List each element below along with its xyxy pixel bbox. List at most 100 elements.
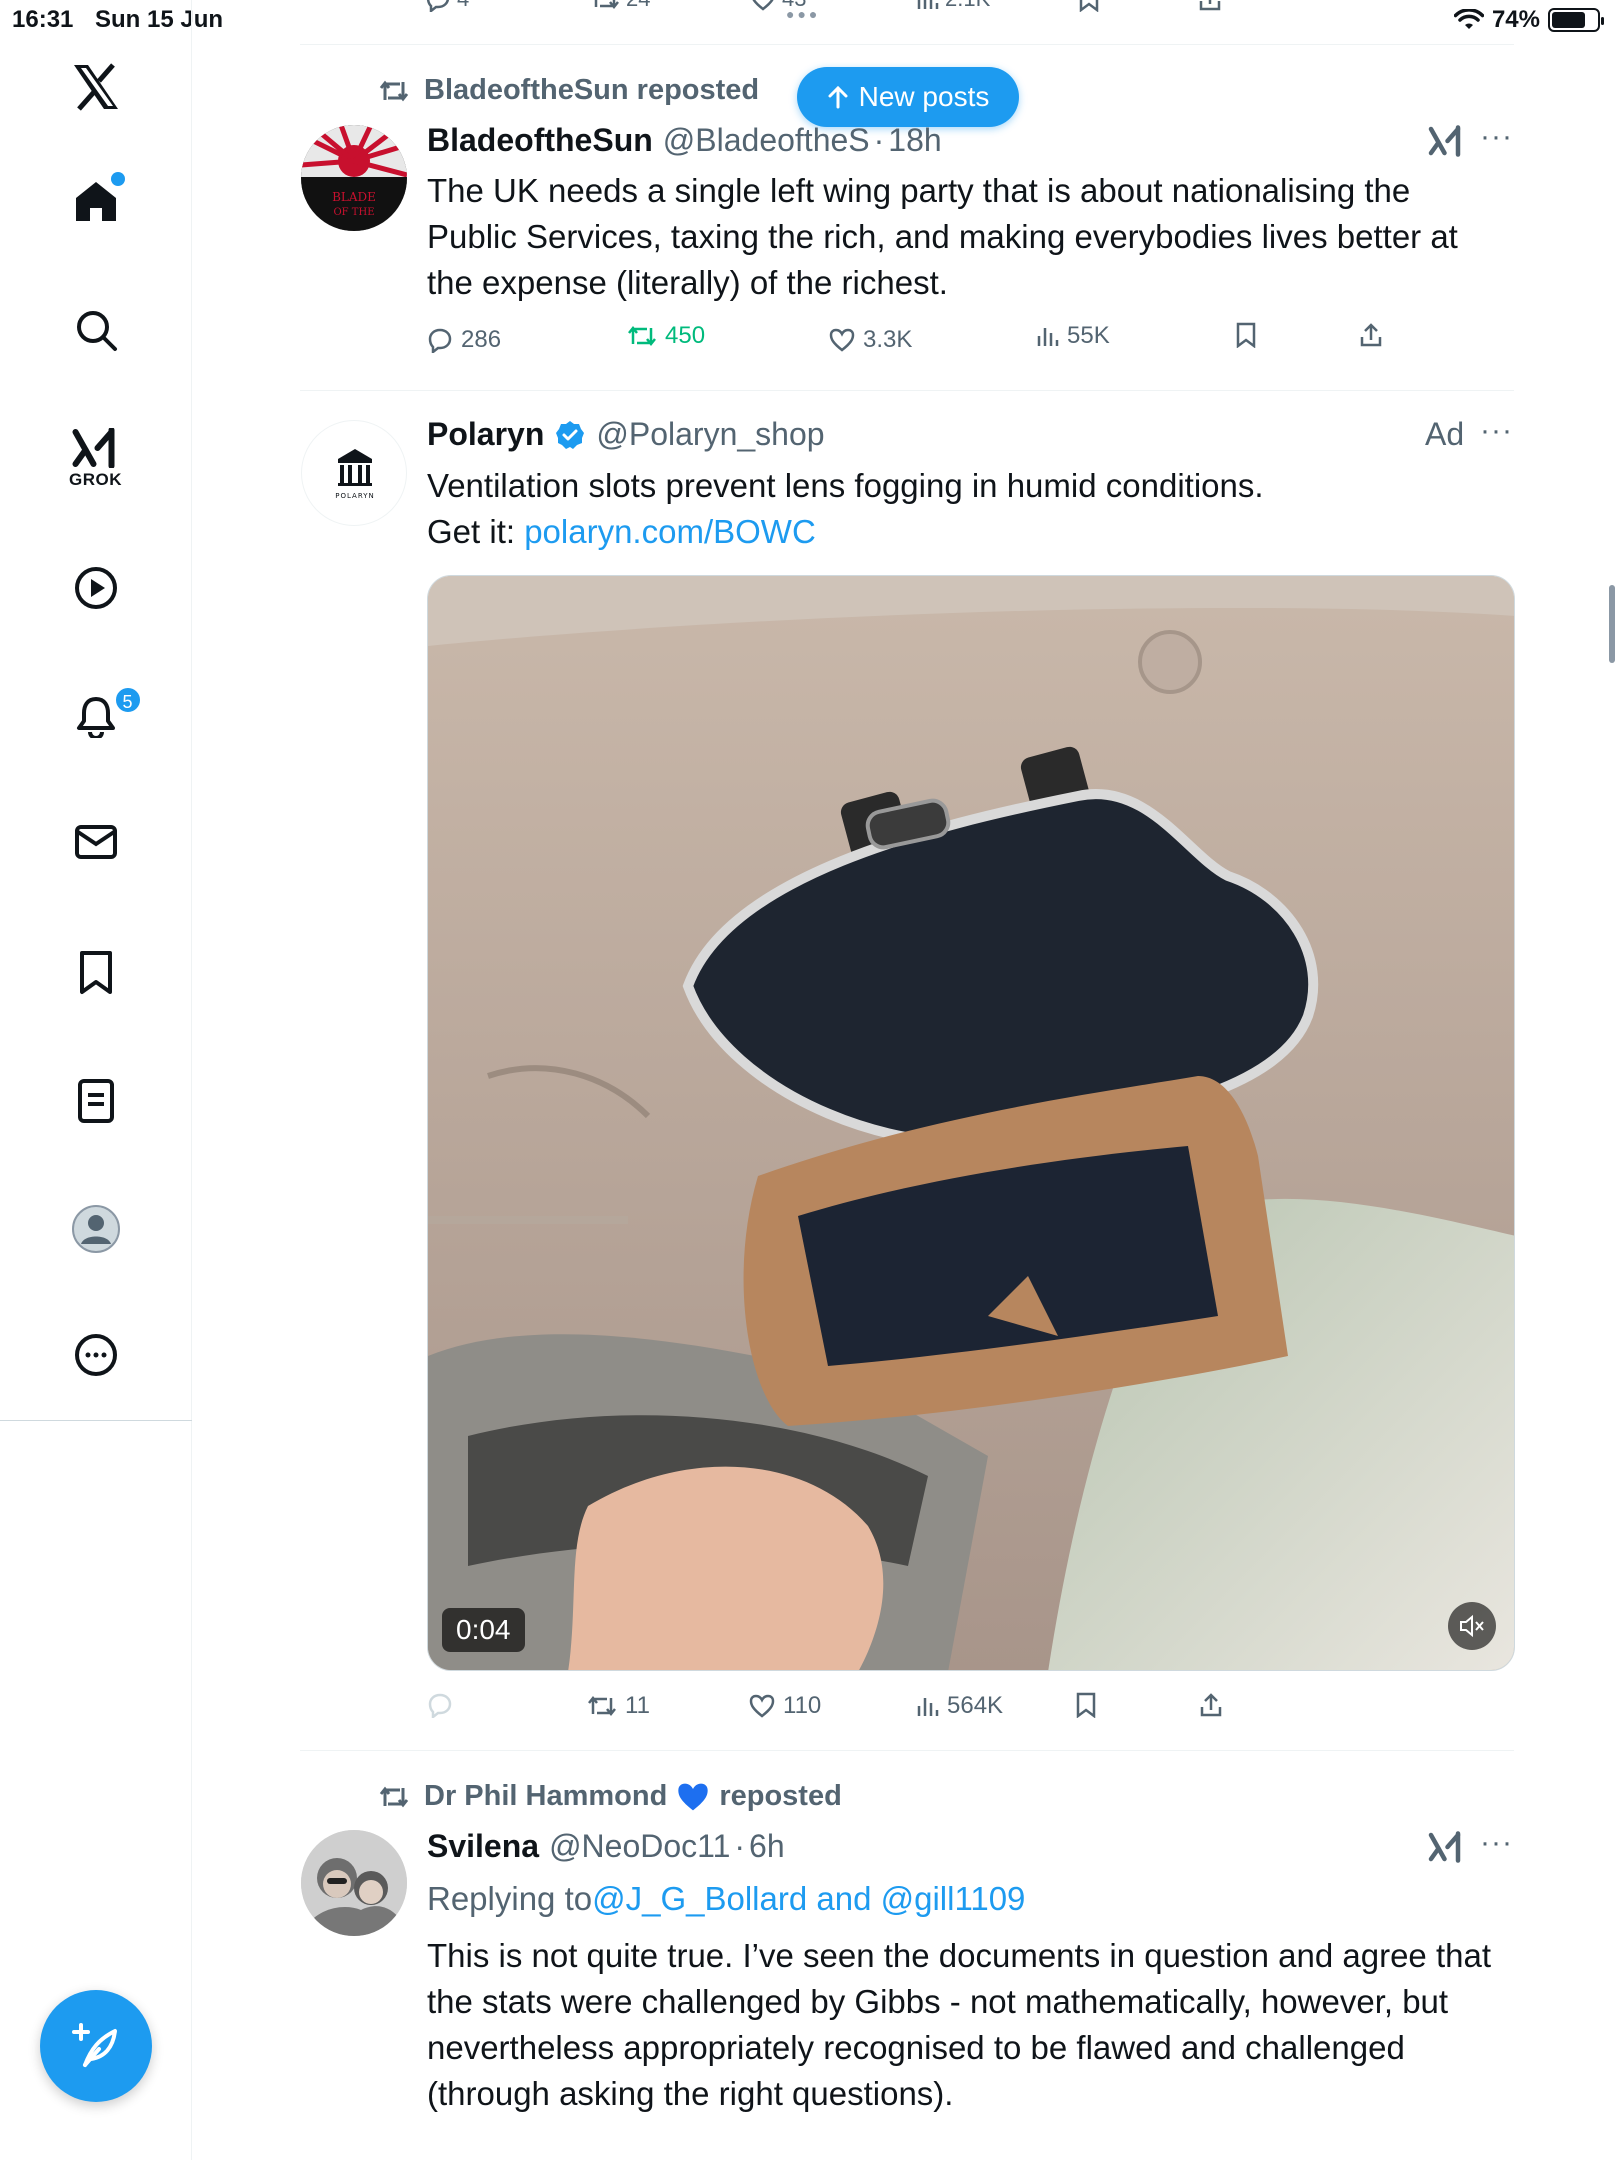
- bell-icon: [76, 697, 115, 738]
- repost-count: 450: [665, 322, 706, 349]
- tweet-text: This is not quite true. I’ve seen the do…: [427, 1937, 1491, 2112]
- tweet-text-line2: Get it: polaryn.com/BOWC: [427, 509, 1507, 555]
- prev-bookmark[interactable]: [1078, 0, 1100, 12]
- share-icon: [1200, 1693, 1222, 1717]
- reply-icon: [428, 328, 452, 353]
- author-name[interactable]: Polaryn: [427, 416, 544, 453]
- prev-reply-count: 4: [457, 0, 469, 12]
- views-button[interactable]: 55K: [1035, 322, 1110, 350]
- tweet-text-line1: Ventilation slots prevent lens fogging i…: [427, 467, 1264, 504]
- replying-prefix: Replying to: [427, 1880, 593, 1917]
- avatar[interactable]: BLADE OF THE: [301, 125, 407, 231]
- avatar-text-line1: BLADE: [332, 190, 376, 204]
- search-icon: [76, 311, 117, 351]
- repost-icon: [379, 80, 409, 101]
- grok-explain-button[interactable]: [1428, 1830, 1464, 1869]
- nav-more[interactable]: [74, 1333, 118, 1377]
- repost-count: 11: [625, 1692, 650, 1719]
- prev-reply[interactable]: 4: [425, 0, 469, 12]
- video-thumbnail-image: [428, 576, 1514, 1670]
- author-handle[interactable]: @NeoDoc11: [549, 1828, 730, 1865]
- repost-by-name: Dr Phil Hammond: [424, 1780, 668, 1812]
- nav-home[interactable]: [73, 172, 125, 224]
- grok-explain-button[interactable]: [1428, 124, 1464, 163]
- new-posts-label: New posts: [858, 81, 990, 112]
- more-circle-icon: [74, 1334, 117, 1376]
- heart-icon: [829, 328, 855, 352]
- repost-icon: [594, 0, 619, 10]
- reply-count: 286: [461, 326, 502, 353]
- more-options-button[interactable]: ···: [1480, 1826, 1513, 1860]
- nav-profile[interactable]: [71, 1204, 121, 1254]
- author-name[interactable]: BladeoftheSun: [427, 122, 653, 159]
- bookmark-button[interactable]: [1235, 322, 1257, 348]
- video-player[interactable]: 0:04: [427, 575, 1515, 1671]
- repost-context[interactable]: Dr Phil Hammond reposted: [378, 1780, 842, 1813]
- verified-badge-icon: [556, 420, 585, 449]
- grok-icon: [1428, 1831, 1461, 1863]
- repost-context[interactable]: BladeoftheSun reposted: [378, 74, 759, 107]
- nav-notifications[interactable]: 5: [74, 686, 142, 738]
- views-count: 55K: [1067, 322, 1110, 349]
- replying-to-handles[interactable]: @J_G_Bollard and @gill1109: [592, 1880, 1025, 1918]
- avatar[interactable]: [301, 1830, 407, 1936]
- repost-icon: [379, 1786, 409, 1807]
- home-icon: [75, 182, 116, 221]
- ad-link[interactable]: polaryn.com/BOWC: [524, 513, 816, 550]
- nav-bookmarks[interactable]: [76, 950, 116, 996]
- bookmark-icon: [79, 951, 112, 994]
- author-handle[interactable]: @BladeoftheS: [663, 122, 870, 159]
- repost-button[interactable]: 450: [627, 322, 705, 350]
- nav-grok[interactable]: GROK: [69, 428, 122, 490]
- prev-share[interactable]: [1198, 0, 1222, 12]
- more-options-button[interactable]: ···: [1480, 414, 1513, 448]
- share-button[interactable]: [1359, 322, 1383, 348]
- grok-icon: [72, 428, 115, 468]
- reply-button[interactable]: 286: [427, 326, 501, 354]
- views-button[interactable]: 564K: [915, 1692, 1003, 1720]
- author-name[interactable]: Svilena: [427, 1828, 539, 1865]
- repost-button[interactable]: 11: [587, 1692, 650, 1720]
- repost-by: BladeoftheSun reposted: [424, 74, 760, 106]
- prev-views[interactable]: 2.1K: [915, 0, 990, 12]
- nav-video[interactable]: [74, 566, 118, 610]
- reply-icon: [428, 1693, 452, 1718]
- new-posts-button[interactable]: New posts: [797, 67, 1019, 127]
- muted-speaker-icon: [1460, 1614, 1484, 1638]
- mute-button[interactable]: [1448, 1602, 1496, 1650]
- nav-messages[interactable]: [74, 822, 118, 862]
- scrollbar[interactable]: [1609, 585, 1615, 663]
- video-duration: 0:04: [442, 1608, 525, 1652]
- tweet-header: BladeoftheSun @BladeoftheS · 18h: [427, 122, 942, 159]
- compose-feather-icon: [72, 2023, 117, 2067]
- like-button[interactable]: 110: [749, 1692, 821, 1720]
- grok-icon: [1428, 125, 1461, 157]
- x-logo[interactable]: [71, 62, 121, 112]
- like-count: 3.3K: [863, 326, 913, 353]
- loading-dots: ●●●: [786, 6, 821, 22]
- list-icon: [77, 1079, 114, 1123]
- tweet-text: The UK needs a single left wing party th…: [427, 172, 1458, 301]
- prev-repost[interactable]: 24: [590, 0, 650, 12]
- bookmark-icon: [1076, 1692, 1096, 1718]
- views-icon: [917, 0, 939, 9]
- nav-search[interactable]: [74, 308, 118, 352]
- like-button[interactable]: 3.3K: [829, 326, 912, 354]
- nav-lists[interactable]: [76, 1078, 116, 1124]
- avatar[interactable]: POLARYN: [301, 420, 407, 526]
- bookmark-icon: [1236, 322, 1256, 348]
- sidebar-divider: [0, 1420, 192, 1421]
- compose-button[interactable]: [40, 1990, 152, 2102]
- ad-label: Ad: [1425, 416, 1465, 452]
- tweet-header: Polaryn @Polaryn_shop: [427, 416, 825, 453]
- share-button[interactable]: [1199, 1692, 1223, 1718]
- author-handle[interactable]: @Polaryn_shop: [596, 416, 824, 453]
- repost-icon: [588, 1695, 616, 1717]
- timestamp[interactable]: 6h: [749, 1828, 785, 1865]
- repost-suffix: reposted: [719, 1780, 842, 1812]
- reply-button[interactable]: [427, 1692, 461, 1718]
- like-count: 110: [783, 1692, 822, 1719]
- bookmark-button[interactable]: [1075, 1692, 1097, 1718]
- more-options-button[interactable]: ···: [1480, 120, 1513, 154]
- timestamp[interactable]: 18h: [888, 122, 941, 159]
